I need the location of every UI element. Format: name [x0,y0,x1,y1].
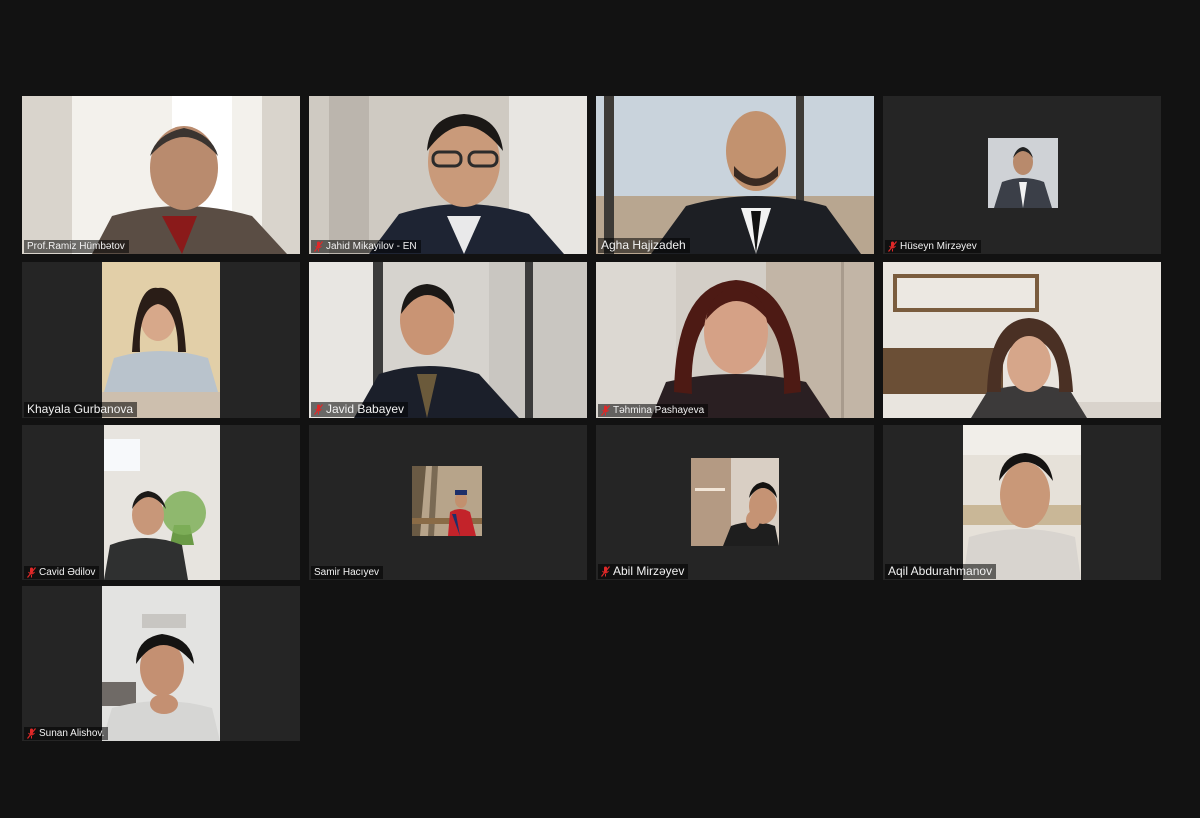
participant-tile[interactable]: Abil Mirzəyev [596,425,874,580]
participant-tile[interactable]: Jahid Mikayilov - EN [309,96,587,254]
mic-muted-icon [314,404,323,415]
participant-name-label: Sunan Alishov. [24,727,109,740]
participant-video [596,262,874,418]
participant-video [104,425,220,580]
participant-name-label: Təhmina Pashayeva [598,404,709,417]
participant-video [691,458,779,546]
participant-tile[interactable]: Khayala Gurbanova [22,262,300,418]
participant-name-label: Jahid Mikayilov - EN [311,240,421,253]
participant-video [963,425,1081,580]
participant-name-label: Javid Babayev [311,402,409,417]
participant-name-label: Hüseyn Mirzəyev [885,240,981,253]
participant-video [596,96,874,254]
participant-tile[interactable]: Prof.Ramiz Hümbətov [22,96,300,254]
participant-video [883,262,1161,418]
participant-video [102,586,220,741]
participant-tile[interactable]: Cavid Ədilov [22,425,300,580]
mic-muted-icon [601,405,610,416]
participant-name-label: Khayala Gurbanova [24,402,138,417]
participant-tile[interactable]: Agha Hajizadeh [596,96,874,254]
participant-name-label: Agha Hajizadeh [598,238,690,253]
mic-muted-icon [314,241,323,252]
participant-name-label: Prof.Ramiz Hümbətov [24,240,129,253]
participant-name-label: Aqil Abdurahmanov [885,564,997,579]
mic-muted-icon [888,241,897,252]
participant-tile[interactable]: Samir Hacıyev [309,425,587,580]
participant-video [412,466,482,536]
participant-name-label: Abil Mirzəyev [598,564,689,579]
participant-tile[interactable]: Aqil Abdurahmanov [883,425,1161,580]
participant-name-label: Samir Hacıyev [311,566,384,579]
participant-tile[interactable]: Sunan Alishov. [22,586,300,741]
participant-name-label: Cavid Ədilov [24,566,100,579]
participant-video [309,96,587,254]
participant-video [988,138,1058,208]
participant-video [22,96,300,254]
participant-tile[interactable]: Hüseyn Mirzəyev [883,96,1161,254]
participant-video [102,262,220,418]
mic-muted-icon [27,728,36,739]
participant-video [309,262,587,418]
participant-tile[interactable] [883,262,1161,418]
mic-muted-icon [27,567,36,578]
mic-muted-icon [601,566,610,577]
participant-tile[interactable]: Javid Babayev [309,262,587,418]
participant-tile[interactable]: Təhmina Pashayeva [596,262,874,418]
gallery-grid: Prof.Ramiz Hümbətov Jahid Mikayilov - EN [0,0,1200,818]
